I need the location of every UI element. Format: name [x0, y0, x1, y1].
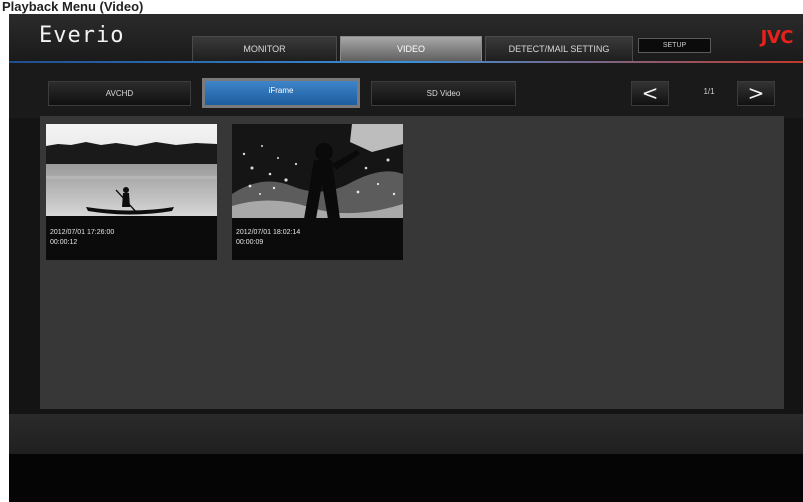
page-indicator: 1/1 — [703, 87, 715, 96]
thumbnail-duration: 00:00:09 — [236, 239, 264, 246]
prev-page-button[interactable]: < — [631, 81, 669, 106]
bottom-bar — [9, 454, 803, 502]
document-caption: Playback Menu (Video) — [0, 0, 803, 14]
next-page-button[interactable]: > — [737, 81, 775, 106]
app-window: Everio MONITOR VIDEO DETECT/MAIL SETTING… — [9, 14, 803, 502]
thumbnail-date: 2012/07/01 17:26:00 — [50, 229, 115, 236]
setup-button[interactable]: SETUP — [638, 38, 711, 53]
subtab-iframe[interactable]: iFrame — [202, 78, 360, 108]
subtab-avchd[interactable]: AVCHD — [48, 81, 191, 106]
tab-detect-mail-setting[interactable]: DETECT/MAIL SETTING — [485, 36, 633, 61]
header-bar: Everio MONITOR VIDEO DETECT/MAIL SETTING… — [9, 14, 803, 63]
splash-image — [232, 124, 403, 224]
thumbnail-duration: 00:00:12 — [50, 239, 78, 246]
jvc-logo: JVC — [760, 27, 794, 48]
tab-monitor[interactable]: MONITOR — [192, 36, 337, 61]
app-title: Everio — [39, 23, 125, 48]
video-thumbnail-1[interactable]: 2012/07/01 17:26:00 00:00:12 — [46, 124, 217, 260]
thumbnail-grid: 2012/07/01 17:26:00 00:00:12 2012/07/01 … — [40, 116, 784, 409]
subtab-sd-video[interactable]: SD Video — [371, 81, 516, 106]
tab-video[interactable]: VIDEO — [340, 36, 482, 61]
canoe-lake-image — [46, 124, 217, 224]
thumbnail-date: 2012/07/01 18:02:14 — [236, 229, 301, 236]
video-thumbnail-2[interactable]: 2012/07/01 18:02:14 00:00:09 — [232, 124, 403, 260]
footer-strip — [9, 414, 803, 454]
